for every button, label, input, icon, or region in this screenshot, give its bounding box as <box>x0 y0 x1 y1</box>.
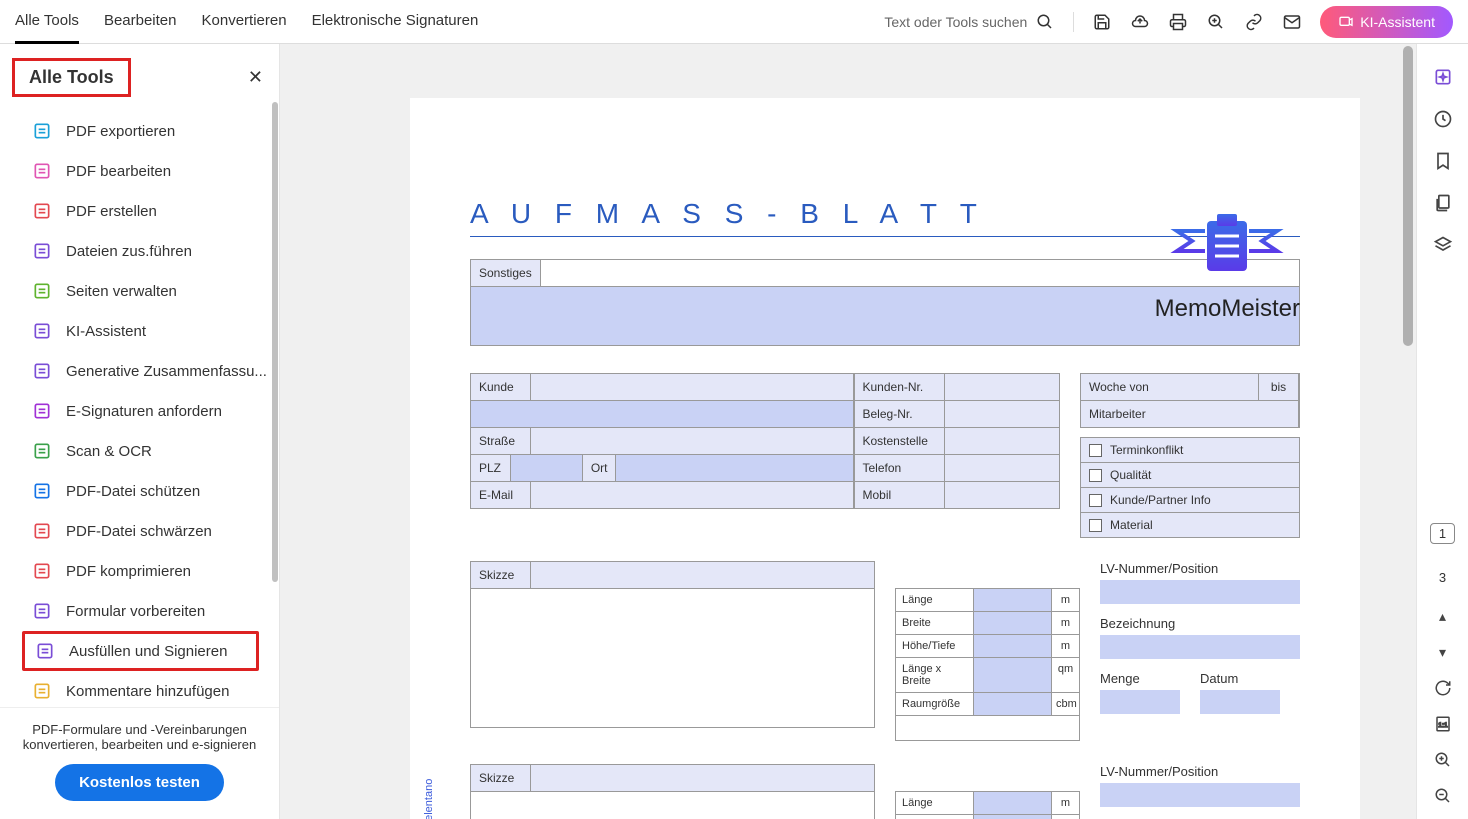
mail-icon[interactable] <box>1282 12 1302 32</box>
menu-alle-tools[interactable]: Alle Tools <box>15 0 79 44</box>
svg-text:1:1: 1:1 <box>1438 722 1448 729</box>
magnify-add-icon[interactable] <box>1206 12 1226 32</box>
sidebar-tool-list: PDF exportieren PDF bearbeiten PDF erstell… <box>0 107 279 707</box>
tool-icon <box>32 681 52 701</box>
sidebar-item-label: Ausfüllen und Signieren <box>69 643 227 660</box>
search-placeholder: Text oder Tools suchen <box>884 14 1027 30</box>
sparkle-panel-icon[interactable] <box>1432 66 1454 88</box>
input-bezeichnung[interactable] <box>1100 635 1300 659</box>
trial-button[interactable]: Kostenlos testen <box>55 764 224 801</box>
sidebar-item-4[interactable]: Seiten verwalten <box>0 271 279 311</box>
sidebar-item-label: Seiten verwalten <box>66 283 177 300</box>
document-viewport[interactable]: o Celentano A U F M A S S - B L A T T Me… <box>280 44 1416 819</box>
link-icon[interactable] <box>1244 12 1264 32</box>
total-pages: 3 <box>1439 570 1446 585</box>
check-kunde-partner[interactable]: Kunde/Partner Info <box>1080 487 1300 513</box>
tool-icon <box>32 321 52 341</box>
tool-icon <box>32 241 52 261</box>
memomeister-logo: MemoMeister <box>1155 206 1300 323</box>
tool-icon <box>32 361 52 381</box>
sidebar-item-14[interactable]: Kommentare hinzufügen <box>0 671 279 707</box>
tool-icon <box>32 561 52 581</box>
history-icon[interactable] <box>1432 108 1454 130</box>
sidebar-item-label: Dateien zus.führen <box>66 243 192 260</box>
ki-assistent-button[interactable]: KI-Assistent <box>1320 6 1453 38</box>
sidebar-item-label: Generative Zusammenfassu... <box>66 363 267 380</box>
pdf-page: o Celentano A U F M A S S - B L A T T Me… <box>410 98 1360 819</box>
check-qualitaet[interactable]: Qualität <box>1080 462 1300 488</box>
sidebar-item-label: PDF komprimieren <box>66 563 191 580</box>
tool-icon <box>32 281 52 301</box>
top-menu-bar: Alle Tools Bearbeiten Konvertieren Elekt… <box>0 0 1468 44</box>
zoom-in-icon[interactable] <box>1432 749 1454 771</box>
cloud-upload-icon[interactable] <box>1130 12 1150 32</box>
sidebar-item-label: PDF erstellen <box>66 203 157 220</box>
sidebar-item-label: PDF-Datei schützen <box>66 483 200 500</box>
sidebar-item-label: PDF bearbeiten <box>66 163 171 180</box>
sidebar-item-label: Kommentare hinzufügen <box>66 683 229 700</box>
check-terminkonflikt[interactable]: Terminkonflikt <box>1080 437 1300 463</box>
tool-icon <box>35 641 55 661</box>
sidebar-item-10[interactable]: PDF-Datei schwärzen <box>0 511 279 551</box>
input-lv-nummer[interactable] <box>1100 580 1300 604</box>
tool-icon <box>32 201 52 221</box>
sidebar-item-9[interactable]: PDF-Datei schützen <box>0 471 279 511</box>
tool-icon <box>32 481 52 501</box>
pages-icon[interactable] <box>1432 192 1454 214</box>
tool-icon <box>32 601 52 621</box>
document-scrollbar[interactable] <box>1400 44 1416 819</box>
sidebar-item-8[interactable]: Scan & OCR <box>0 431 279 471</box>
chevron-up-icon[interactable]: ▴ <box>1432 605 1454 627</box>
sidebar-item-label: PDF exportieren <box>66 123 175 140</box>
sidebar-item-label: Formular vorbereiten <box>66 603 205 620</box>
sidebar-item-3[interactable]: Dateien zus.führen <box>0 231 279 271</box>
current-page[interactable]: 1 <box>1430 523 1455 544</box>
layers-icon[interactable] <box>1432 234 1454 256</box>
sidebar-item-7[interactable]: E-Signaturen anfordern <box>0 391 279 431</box>
save-icon[interactable] <box>1092 12 1112 32</box>
sidebar-item-label: KI-Assistent <box>66 323 146 340</box>
tool-icon <box>32 121 52 141</box>
sidebar-item-5[interactable]: KI-Assistent <box>0 311 279 351</box>
sidebar-item-6[interactable]: Generative Zusammenfassu... <box>0 351 279 391</box>
print-icon[interactable] <box>1168 12 1188 32</box>
sidebar-item-11[interactable]: PDF komprimieren <box>0 551 279 591</box>
tool-icon <box>32 161 52 181</box>
tool-icon <box>32 441 52 461</box>
tool-icon <box>32 521 52 541</box>
sidebar-item-2[interactable]: PDF erstellen <box>0 191 279 231</box>
sidebar-title: Alle Tools <box>12 58 131 97</box>
sidebar-item-label: E-Signaturen anfordern <box>66 403 222 420</box>
close-icon[interactable]: ✕ <box>248 67 263 88</box>
sidebar-footer: PDF-Formulare und -Vereinbarungen konver… <box>0 707 279 819</box>
search-icon <box>1035 12 1055 32</box>
sidebar-item-label: Scan & OCR <box>66 443 152 460</box>
label-sonstiges: Sonstiges <box>471 260 541 286</box>
tool-icon <box>32 401 52 421</box>
search-area[interactable]: Text oder Tools suchen <box>884 12 1055 32</box>
sidebar-item-1[interactable]: PDF bearbeiten <box>0 151 279 191</box>
input-kunde[interactable] <box>531 374 853 400</box>
right-rail: 1 3 ▴ ▾ 1:1 <box>1416 44 1468 819</box>
sidebar-item-0[interactable]: PDF exportieren <box>0 111 279 151</box>
divider <box>1073 12 1074 32</box>
sidebar-item-12[interactable]: Formular vorbereiten <box>0 591 279 631</box>
fit-page-icon[interactable]: 1:1 <box>1432 713 1454 735</box>
menu-signaturen[interactable]: Elektronische Signaturen <box>312 0 479 44</box>
input-kunde-val[interactable] <box>471 401 853 427</box>
bookmark-icon[interactable] <box>1432 150 1454 172</box>
chevron-down-icon[interactable]: ▾ <box>1432 641 1454 663</box>
sidebar-scrollbar[interactable] <box>271 98 279 819</box>
menu-konvertieren[interactable]: Konvertieren <box>202 0 287 44</box>
rotate-icon[interactable] <box>1432 677 1454 699</box>
sidebar: Alle Tools ✕ PDF exportieren PDF bearbeit… <box>0 44 280 819</box>
vertical-credit: o Celentano <box>423 779 435 819</box>
check-material[interactable]: Material <box>1080 512 1300 538</box>
sidebar-item-label: PDF-Datei schwärzen <box>66 523 212 540</box>
menu-bearbeiten[interactable]: Bearbeiten <box>104 0 177 44</box>
sidebar-item-13[interactable]: Ausfüllen und Signieren <box>22 631 259 671</box>
zoom-out-icon[interactable] <box>1432 785 1454 807</box>
